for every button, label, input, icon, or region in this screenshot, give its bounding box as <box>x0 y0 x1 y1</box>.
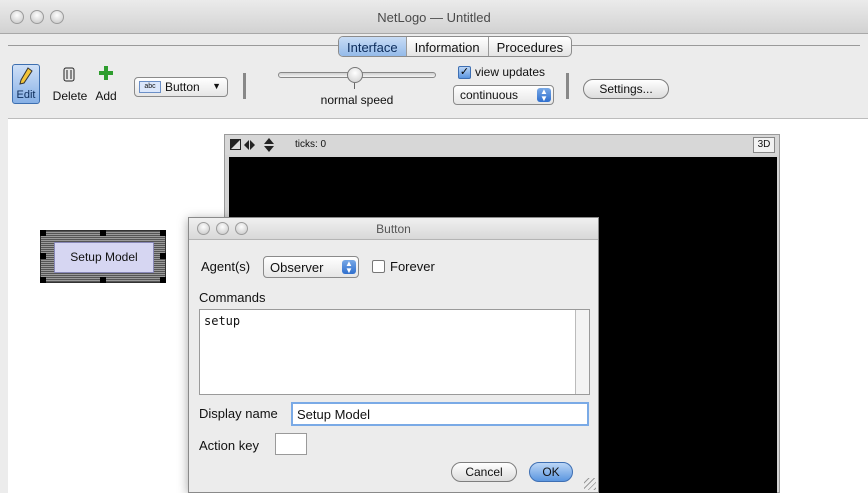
add-button[interactable]: Add <box>90 66 122 106</box>
update-mode-value: continuous <box>460 88 519 102</box>
speed-slider-tick <box>354 83 355 89</box>
toolbar-separator <box>566 73 569 99</box>
resize-handle[interactable] <box>160 253 166 259</box>
title-bar: NetLogo — Untitled <box>0 0 868 34</box>
tab-bar: Interface Information Procedures <box>338 36 573 57</box>
edit-button[interactable]: Edit <box>12 64 40 104</box>
speed-slider-thumb[interactable] <box>347 67 363 83</box>
delete-button[interactable]: Delete <box>50 66 90 106</box>
resize-handle[interactable] <box>40 230 46 236</box>
agents-select[interactable]: Observer ▲ ▼ <box>263 256 359 278</box>
resize-handle[interactable] <box>40 253 46 259</box>
add-label: Add <box>95 89 117 103</box>
forever-checkbox[interactable] <box>372 260 385 273</box>
commands-textarea[interactable]: setup <box>199 309 590 395</box>
commands-text: setup <box>204 314 241 328</box>
view-resize-icons[interactable] <box>230 138 278 152</box>
ok-button[interactable]: OK <box>529 462 573 482</box>
resize-handle[interactable] <box>160 230 166 236</box>
window-title: NetLogo — Untitled <box>377 10 491 25</box>
view-updates-label: view updates <box>475 65 546 79</box>
plus-icon <box>99 66 113 80</box>
delete-label: Delete <box>52 89 88 103</box>
cancel-button[interactable]: Cancel <box>451 462 517 482</box>
toolbar: Edit Delete Add abc Button ▼ normal spee… <box>8 60 868 120</box>
ticks-counter: ticks: 0 <box>295 139 327 150</box>
agents-value: Observer <box>270 260 324 275</box>
forever-label: Forever <box>390 259 435 274</box>
button-widget-icon: abc <box>139 81 161 93</box>
dialog-title: Button <box>376 222 411 236</box>
resize-handle[interactable] <box>40 277 46 283</box>
stepper-arrows-icon: ▲ ▼ <box>537 88 551 103</box>
netlogo-window: NetLogo — Untitled Interface Information… <box>0 0 868 493</box>
resize-grip-icon[interactable] <box>584 478 596 490</box>
button-editor-dialog: Button Agent(s) Observer ▲ ▼ Forever Comm… <box>188 217 599 493</box>
agents-label: Agent(s) <box>201 259 251 274</box>
update-mode-select[interactable]: continuous ▲ ▼ <box>453 85 554 105</box>
resize-handle[interactable] <box>100 230 106 236</box>
toolbar-separator <box>243 73 246 99</box>
speed-label: normal speed <box>320 93 394 107</box>
view-updates-checkbox[interactable]: ✓ <box>458 66 471 79</box>
commands-scrollbar[interactable] <box>575 310 589 394</box>
widget-type-select[interactable]: abc Button ▼ <box>134 77 228 97</box>
edit-label: Edit <box>16 89 36 101</box>
tab-interface[interactable]: Interface <box>339 37 407 56</box>
commands-label: Commands <box>199 290 266 305</box>
selected-widget-frame[interactable]: Setup Model <box>40 230 166 283</box>
resize-handle[interactable] <box>160 277 166 283</box>
3d-view-button[interactable]: 3D <box>753 137 775 153</box>
tab-row: Interface Information Procedures <box>0 35 868 59</box>
stepper-arrows-icon: ▲ ▼ <box>342 260 356 275</box>
view-header: ticks: 0 3D <box>225 135 779 155</box>
pencil-icon <box>19 67 33 85</box>
chevron-down-icon: ▼ <box>212 81 221 91</box>
settings-button[interactable]: Settings... <box>583 79 669 99</box>
tab-procedures[interactable]: Procedures <box>489 37 571 56</box>
tab-information[interactable]: Information <box>407 37 489 56</box>
widget-type-value: Button <box>165 80 200 94</box>
trash-icon <box>63 67 75 82</box>
action-key-field[interactable] <box>275 433 307 455</box>
setup-model-button[interactable]: Setup Model <box>54 242 154 273</box>
resize-handle[interactable] <box>100 277 106 283</box>
dialog-title-bar: Button <box>189 218 598 240</box>
display-name-label: Display name <box>199 406 278 421</box>
action-key-label: Action key <box>199 438 259 453</box>
display-name-field[interactable]: Setup Model <box>291 402 589 426</box>
